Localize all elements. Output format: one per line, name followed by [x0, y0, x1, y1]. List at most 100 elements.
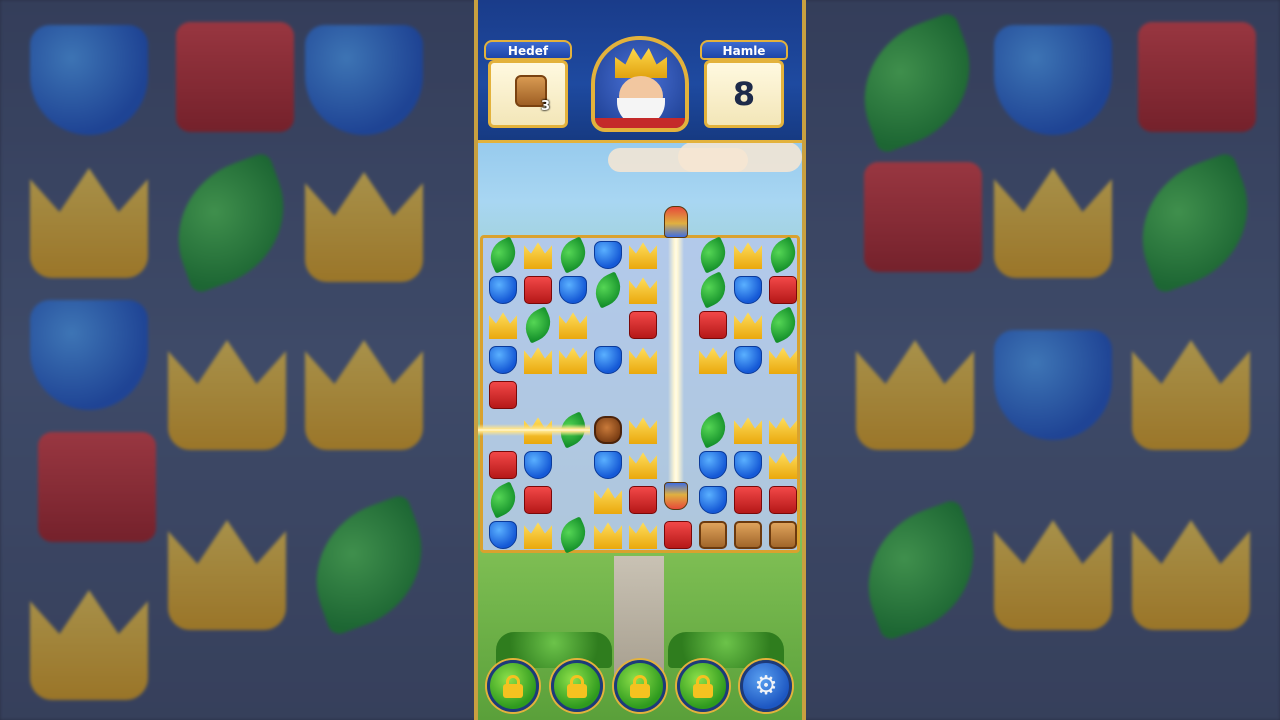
- board-cell[interactable]: [766, 273, 800, 307]
- board-cell[interactable]: [766, 413, 800, 447]
- board-cell[interactable]: [731, 518, 765, 552]
- board-cell[interactable]: [696, 448, 730, 482]
- board-cell[interactable]: [694, 411, 732, 449]
- board-cell[interactable]: [731, 378, 765, 412]
- shield-piece: [489, 276, 517, 304]
- board-cell[interactable]: [521, 343, 555, 377]
- board-cell[interactable]: [554, 516, 592, 554]
- board-cell[interactable]: [694, 236, 732, 274]
- board-cell[interactable]: [556, 483, 590, 517]
- board-cell[interactable]: [591, 483, 625, 517]
- board-cell[interactable]: [626, 518, 660, 552]
- board-cell[interactable]: [661, 518, 695, 552]
- leaf-piece: [764, 236, 802, 274]
- book-piece: [629, 311, 657, 339]
- board-cell[interactable]: [731, 343, 765, 377]
- rocket-booster-icon: [664, 206, 688, 238]
- board-cell[interactable]: [766, 378, 800, 412]
- board-cell[interactable]: [591, 413, 625, 447]
- board-cell[interactable]: [486, 378, 520, 412]
- board-cell[interactable]: [731, 483, 765, 517]
- board-cell[interactable]: [589, 271, 627, 309]
- board-cell[interactable]: [486, 448, 520, 482]
- board-cell[interactable]: [626, 413, 660, 447]
- board-cell[interactable]: [556, 448, 590, 482]
- board-cell[interactable]: [556, 343, 590, 377]
- shield-piece: [734, 451, 762, 479]
- board-cell[interactable]: [591, 448, 625, 482]
- board-cell[interactable]: [626, 343, 660, 377]
- board-cell[interactable]: [484, 481, 522, 519]
- board-cell[interactable]: [556, 378, 590, 412]
- board-cell[interactable]: [521, 378, 555, 412]
- board-cell[interactable]: [731, 448, 765, 482]
- board-cell[interactable]: [731, 238, 765, 272]
- board-cell[interactable]: [554, 236, 592, 274]
- board-cell[interactable]: [696, 378, 730, 412]
- board-cell[interactable]: [766, 518, 800, 552]
- board-cell[interactable]: [626, 378, 660, 412]
- board-cell[interactable]: [591, 518, 625, 552]
- board-cell[interactable]: [591, 238, 625, 272]
- board-cell[interactable]: [766, 343, 800, 377]
- board-cell[interactable]: [591, 343, 625, 377]
- board-cell[interactable]: [626, 483, 660, 517]
- board-cell[interactable]: [626, 238, 660, 272]
- book-piece: [664, 521, 692, 549]
- board-cell[interactable]: [696, 343, 730, 377]
- board-cell[interactable]: [486, 343, 520, 377]
- board-cell[interactable]: [731, 308, 765, 342]
- leaf-piece: [764, 306, 802, 344]
- moves-panel: Hamle 8: [700, 40, 788, 130]
- lock-icon: [693, 675, 713, 698]
- board-cell[interactable]: [486, 273, 520, 307]
- leaf-piece: [484, 481, 522, 519]
- leaf-piece: [554, 516, 592, 554]
- board-cell[interactable]: [694, 271, 732, 309]
- booster-slot-2[interactable]: [551, 660, 603, 712]
- board-cell[interactable]: [766, 483, 800, 517]
- board-cell[interactable]: [521, 483, 555, 517]
- board-cell[interactable]: [486, 308, 520, 342]
- leaf-piece: [484, 236, 522, 274]
- board-cell[interactable]: [591, 308, 625, 342]
- game-board[interactable]: [480, 235, 802, 554]
- board-cell[interactable]: [626, 448, 660, 482]
- crown-piece: [629, 452, 657, 479]
- top-hud: Hedef 3 Hamle 8: [478, 0, 802, 143]
- board-cell[interactable]: [591, 378, 625, 412]
- board-cell[interactable]: [521, 518, 555, 552]
- board-cell[interactable]: [486, 518, 520, 552]
- board-cell[interactable]: [764, 306, 802, 344]
- board-cell[interactable]: [521, 448, 555, 482]
- booster-slot-1[interactable]: [487, 660, 539, 712]
- shield-piece: [594, 346, 622, 374]
- booster-slot-4[interactable]: [677, 660, 729, 712]
- barrel-piece: [594, 416, 622, 444]
- crown-piece: [524, 242, 552, 269]
- board-cell[interactable]: [764, 236, 802, 274]
- board-cell[interactable]: [731, 273, 765, 307]
- board-cell[interactable]: [731, 413, 765, 447]
- board-cell[interactable]: [626, 308, 660, 342]
- board-cell[interactable]: [521, 238, 555, 272]
- crown-piece: [559, 312, 587, 339]
- booster-slot-3[interactable]: [614, 660, 666, 712]
- board-cell[interactable]: [556, 308, 590, 342]
- leaf-piece: [519, 306, 557, 344]
- board-cell[interactable]: [696, 483, 730, 517]
- rocket-beam-vertical: [668, 238, 684, 488]
- board-cell[interactable]: [696, 308, 730, 342]
- board-cell[interactable]: [626, 273, 660, 307]
- frame-border-right: [802, 0, 806, 720]
- board-cell[interactable]: [766, 448, 800, 482]
- board-cell[interactable]: [556, 273, 590, 307]
- moves-box: 8: [704, 60, 784, 128]
- board-cell[interactable]: [519, 306, 557, 344]
- background-blur-left: [0, 0, 478, 720]
- settings-button[interactable]: ⚙: [740, 660, 792, 712]
- garden-path: [614, 556, 664, 676]
- board-cell[interactable]: [521, 273, 555, 307]
- board-cell[interactable]: [484, 236, 522, 274]
- board-cell[interactable]: [696, 518, 730, 552]
